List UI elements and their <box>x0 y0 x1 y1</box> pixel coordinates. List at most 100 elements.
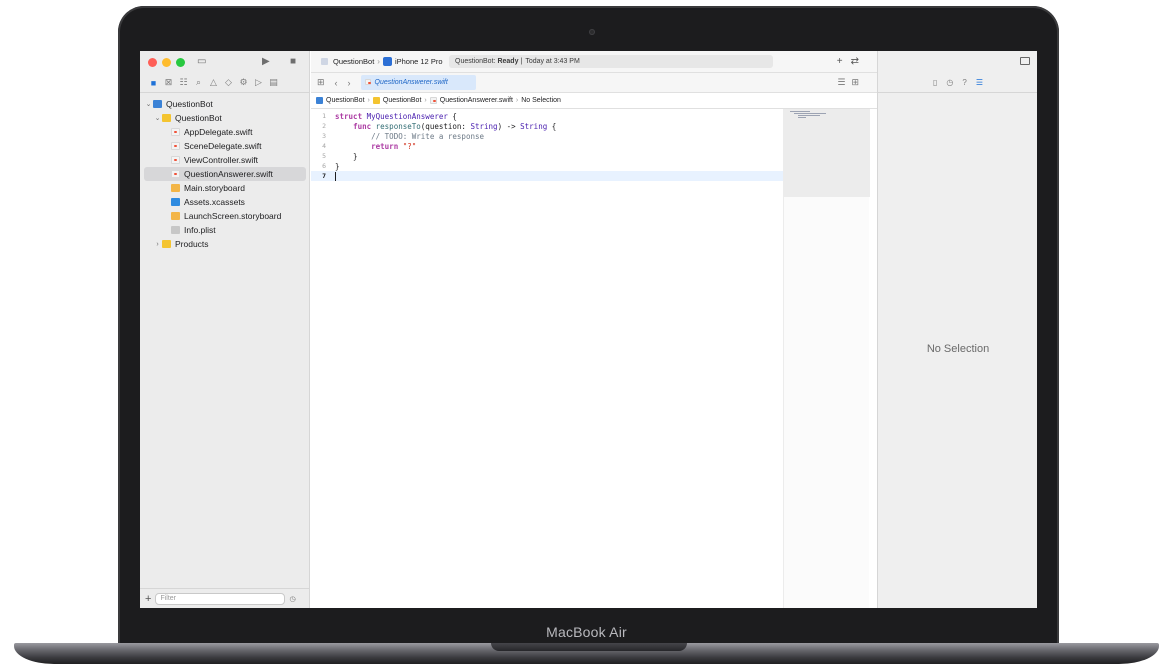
status-project: QuestionBot: <box>455 58 496 65</box>
report-icon[interactable]: ▤ <box>266 77 281 88</box>
code-token: responseTo <box>375 121 421 131</box>
jump-bar-item[interactable]: QuestionBot <box>383 97 422 104</box>
tree-item-label: QuestionAnswerer.swift <box>184 169 273 179</box>
tree-item[interactable]: LaunchScreen.storyboard <box>140 209 310 223</box>
tree-item-label: Assets.xcassets <box>184 197 245 207</box>
source-control-icon[interactable]: ⊠ <box>161 77 176 88</box>
status-separator: | <box>520 58 523 65</box>
line-number: 6 <box>322 162 326 170</box>
close-window-button[interactable] <box>148 57 157 67</box>
tree-item[interactable]: Main.storyboard <box>140 181 310 195</box>
scheme-selector[interactable]: QuestionBot <box>333 57 374 66</box>
swift-file-icon <box>364 79 371 85</box>
navigator-selector-bar: ■ ⊠ ☷ ⌕ △ ◇ ⚙ ▷ ▤ <box>140 73 310 93</box>
tree-item[interactable]: ⌄ QuestionBot <box>140 97 310 111</box>
jump-bar-item[interactable]: QuestionBot <box>326 97 365 104</box>
chevron-down-icon[interactable]: ⌄ <box>153 114 162 122</box>
code-line[interactable]: 7 <box>311 171 784 181</box>
device-label: MacBook Air <box>546 624 627 640</box>
device-icon <box>382 57 392 66</box>
tree-item[interactable]: ViewController.swift <box>140 153 310 167</box>
minimize-window-button[interactable] <box>162 57 171 67</box>
minimap-line <box>794 113 826 114</box>
tree-item-label: SceneDelegate.swift <box>184 141 262 151</box>
code-token: String <box>470 121 498 131</box>
chevron-right-icon: › <box>377 57 380 66</box>
file-inspector-icon[interactable]: ▯ <box>933 78 937 87</box>
tree-item[interactable]: AppDelegate.swift <box>140 125 310 139</box>
add-icon[interactable]: + <box>145 593 151 605</box>
recent-files-icon[interactable]: ◷ <box>289 595 295 603</box>
tree-item[interactable]: Info.plist <box>140 223 310 237</box>
library-and-code-review-icons[interactable]: +⇄ <box>837 56 867 67</box>
minimap-line <box>798 117 806 118</box>
tree-item-label: QuestionBot <box>166 99 213 109</box>
code-token: ) -> <box>497 121 521 131</box>
code-token: { <box>447 111 457 121</box>
warning-icon[interactable]: △ <box>206 77 221 88</box>
code-token: struct <box>335 111 363 121</box>
tree-item[interactable]: › Products <box>140 237 310 251</box>
tree-item-label: AppDelegate.swift <box>184 127 253 137</box>
help-icon[interactable]: ? <box>962 78 966 87</box>
storyboard-file-icon <box>171 212 180 220</box>
run-icon[interactable]: ▶ <box>262 56 270 67</box>
tree-item[interactable]: ⌄ QuestionBot <box>140 111 310 125</box>
no-selection-label: No Selection <box>926 343 990 355</box>
tree-item-label: Main.storyboard <box>184 183 245 193</box>
inspector-toggle-icon[interactable] <box>1020 57 1030 65</box>
folder-icon[interactable]: ■ <box>146 78 161 88</box>
back-icon[interactable]: ‹ <box>335 78 338 88</box>
code-line[interactable]: 4 return "?" <box>311 141 784 151</box>
test-icon[interactable]: ◇ <box>221 77 236 88</box>
tree-item[interactable]: QuestionAnswerer.swift <box>144 167 306 181</box>
stop-icon[interactable]: ■ <box>290 56 296 67</box>
grid-icon[interactable]: ⊞ <box>317 77 325 88</box>
project-file-icon <box>153 100 162 108</box>
zoom-window-button[interactable] <box>176 57 185 67</box>
search-icon[interactable]: ⌕ <box>191 77 206 88</box>
code-line[interactable]: 6} <box>311 161 784 171</box>
jump-bar-item[interactable]: QuestionAnswerer.swift <box>440 97 513 104</box>
chevron-right-icon: › <box>367 97 370 104</box>
tree-item-label: LaunchScreen.storyboard <box>184 211 282 221</box>
sidebar-toggle-icon[interactable]: ▭ <box>197 56 206 67</box>
chevron-down-icon[interactable]: ⌄ <box>144 100 153 108</box>
symbol-icon[interactable]: ☷ <box>176 77 191 88</box>
tree-item[interactable]: SceneDelegate.swift <box>140 139 310 153</box>
code-token: "?" <box>402 141 417 151</box>
debug-icon[interactable]: ⚙ <box>236 77 251 88</box>
jump-bar-item[interactable]: No Selection <box>521 97 561 104</box>
tree-item-label: Products <box>175 239 209 249</box>
chevron-right-icon[interactable]: › <box>153 241 162 248</box>
folder-file-icon <box>162 114 171 122</box>
code-editor[interactable]: 1 struct MyQuestionAnswerer {2 func respo… <box>311 111 784 181</box>
project-tree: ⌄ QuestionBot ⌄ QuestionBot AppDelegate.swif… <box>140 97 310 251</box>
code-line[interactable]: 5 } <box>311 151 784 161</box>
code-line[interactable]: 3 // TODO: Write a response <box>311 131 784 141</box>
minimap-line <box>790 111 810 112</box>
code-line[interactable]: 1 struct MyQuestionAnswerer { <box>311 111 784 121</box>
filter-input[interactable]: Filter <box>155 592 286 605</box>
minimap-viewport[interactable] <box>784 109 870 197</box>
destination-selector[interactable]: iPhone 12 Pro <box>395 57 443 66</box>
code-token: } <box>335 151 358 161</box>
minimap-line <box>798 115 820 116</box>
jump-bar: QuestionBot › QuestionBot › QuestionAnswerer… <box>311 93 877 109</box>
minimap[interactable] <box>783 109 870 608</box>
filter-placeholder: Filter <box>160 595 176 602</box>
tree-item[interactable]: Assets.xcassets <box>140 195 310 209</box>
code-line[interactable]: 2 func responseTo (question: String) -> S… <box>311 121 784 131</box>
tree-item-label: Info.plist <box>184 225 216 235</box>
breakpoint-icon[interactable]: ▷ <box>251 77 266 88</box>
line-number: 5 <box>322 152 326 160</box>
tab-question-answerer[interactable]: QuestionAnswerer.swift <box>360 75 476 90</box>
history-icon[interactable]: ◷ <box>946 78 953 87</box>
editor-options-icon[interactable]: ☰⊞ <box>837 77 865 88</box>
text-caret <box>335 171 336 181</box>
forward-icon[interactable]: › <box>348 78 351 88</box>
navigator-sidebar: ▭ ▶ ■ ■ ⊠ ☷ ⌕ △ ◇ ⚙ ▷ ▤ ⌄ QuestionBot ⌄ Que… <box>140 51 310 608</box>
attributes-icon[interactable]: ☰ <box>976 78 983 87</box>
folder-file-icon <box>372 97 380 104</box>
